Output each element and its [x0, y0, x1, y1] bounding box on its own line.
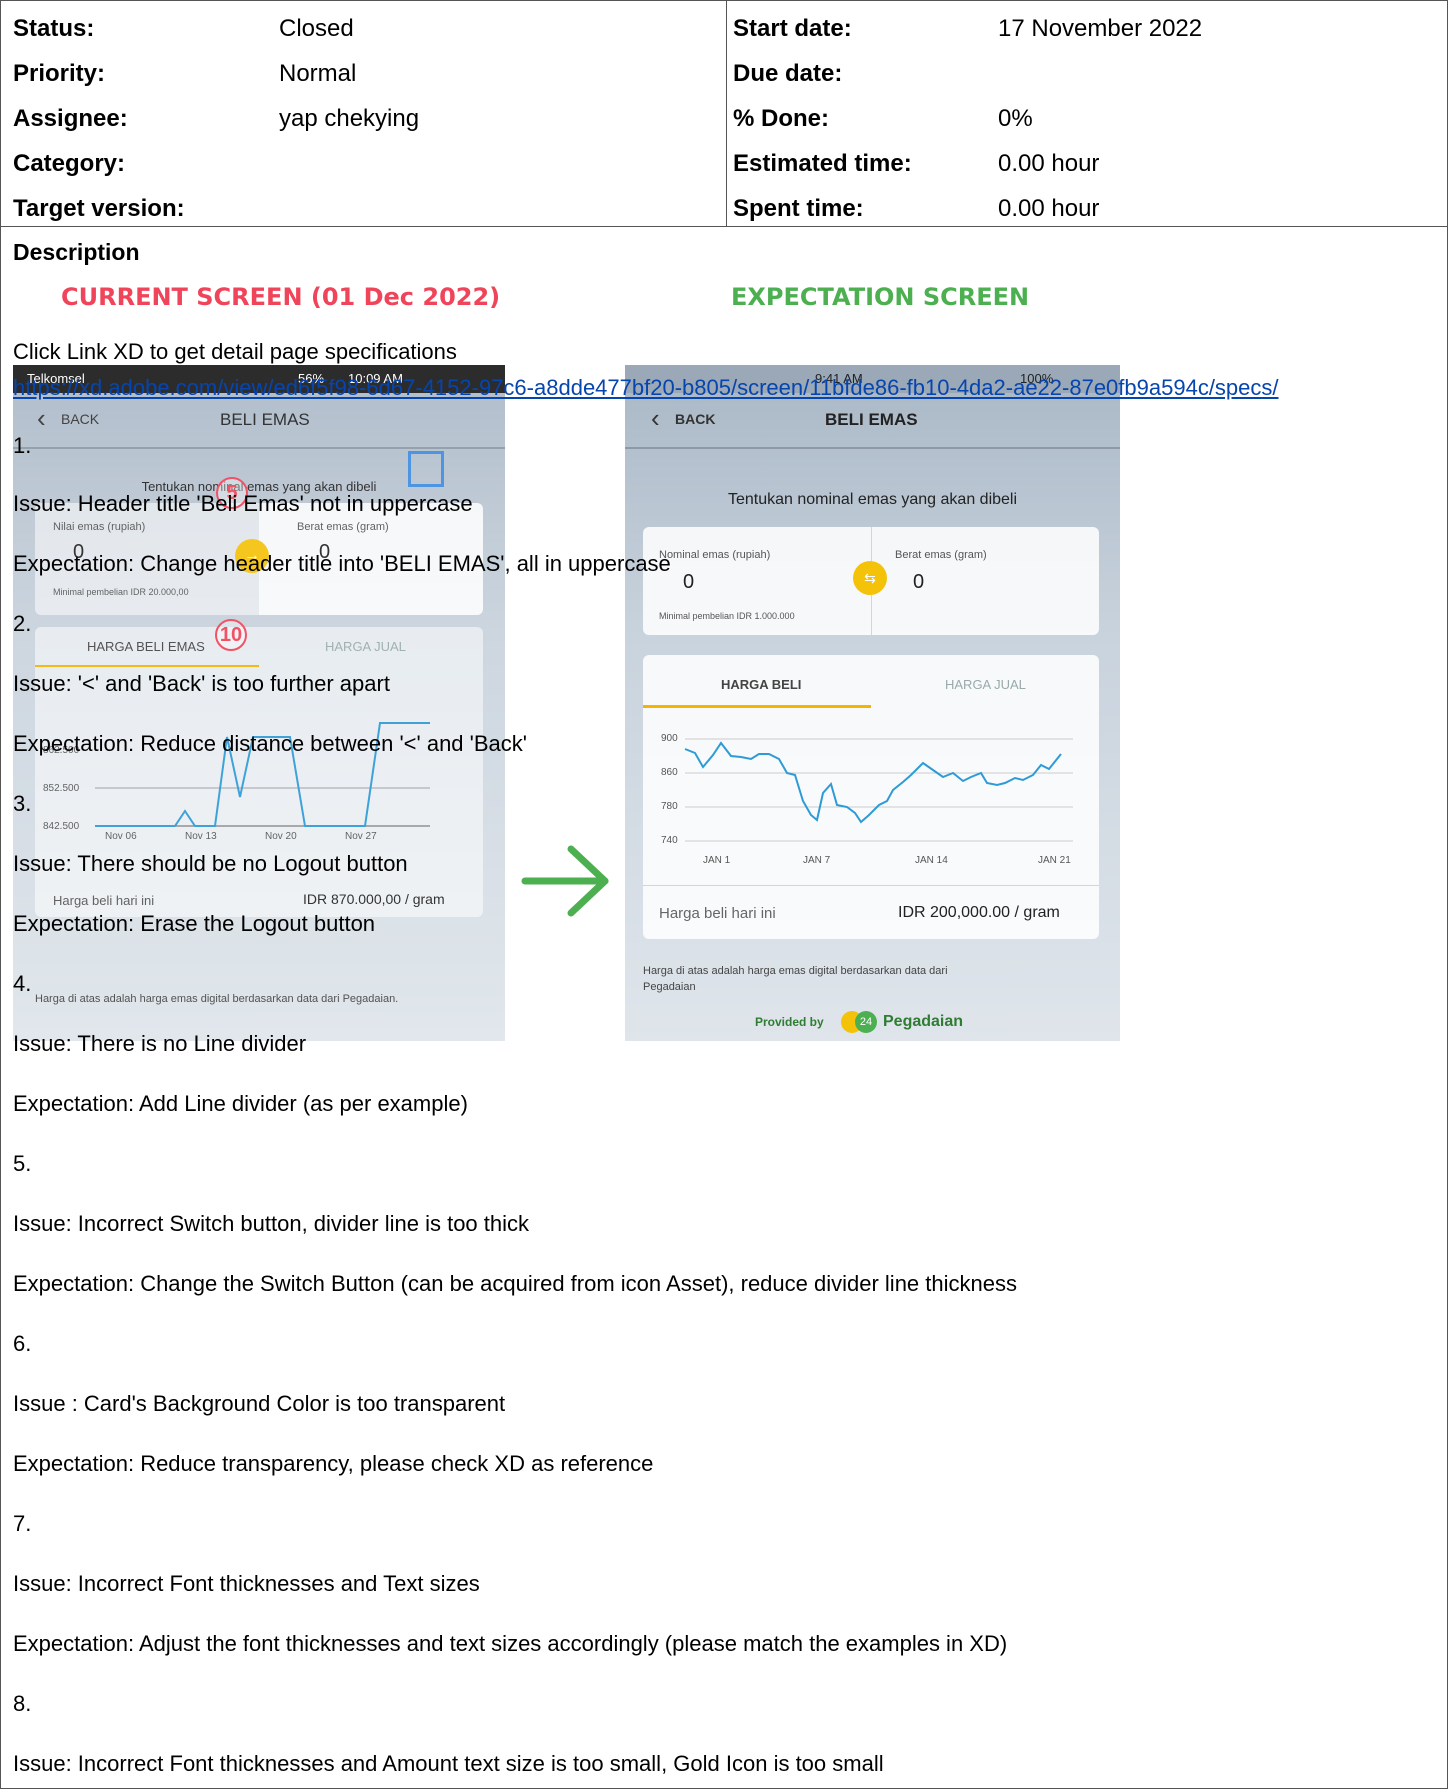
price-label: Harga beli hari ini	[659, 905, 776, 922]
minimum-purchase: Minimal pembelian IDR 1.000.000	[659, 611, 795, 621]
page-title: BELI EMAS	[825, 410, 918, 429]
start-date-value: 17 November 2022	[998, 15, 1203, 42]
xd-link[interactable]: https://xd.adobe.com/view/ed6f5f98-6d67-…	[13, 375, 1279, 401]
chevron-left-icon[interactable]: ‹	[651, 403, 660, 434]
status-label: Status:	[13, 15, 95, 42]
nominal-label: Nilai emas (rupiah)	[53, 521, 146, 533]
issue-panel: Status: Closed Priority: Normal Assignee…	[0, 0, 1448, 1789]
priority-value: Normal	[279, 60, 357, 87]
issue-number: 2.	[13, 611, 32, 636]
issue-number: 7.	[13, 1511, 32, 1536]
weight-label: Berat emas (gram)	[895, 549, 987, 561]
footnote-line-1: Harga di atas adalah harga emas digital …	[643, 965, 948, 977]
percent-done-value: 0%	[998, 105, 1033, 132]
nominal-value[interactable]: 0	[683, 571, 694, 594]
expectation-screen-title: EXPECTATION SCREEN	[731, 283, 1030, 311]
issue-number: 3.	[13, 791, 32, 816]
subtitle: Tentukan nominal emas yang akan dibeli	[727, 491, 1018, 508]
due-date-label: Due date:	[733, 60, 843, 87]
column-divider	[726, 1, 727, 227]
y-tick: 900	[661, 733, 678, 744]
issue-number: 4.	[13, 971, 32, 996]
back-button[interactable]: BACK	[61, 411, 99, 427]
price-value: IDR 870.000,00 / gram	[303, 891, 445, 907]
nominal-label: Nominal emas (rupiah)	[659, 549, 771, 561]
marker-ten: 10	[215, 619, 247, 651]
issue-text: Issue: Header title 'Beli Emas' not in u…	[13, 491, 473, 516]
page-title: BELI EMAS	[220, 410, 310, 429]
provided-by-label: Provided by	[755, 1015, 824, 1029]
current-screen-image: Telkomsel 56% 10:09 AM ‹ BACK BELI EMAS …	[13, 365, 505, 1041]
issue-text: Issue : Card's Background Color is too t…	[13, 1391, 506, 1416]
estimated-time-label: Estimated time:	[733, 150, 912, 177]
category-label: Category:	[13, 150, 126, 177]
current-screen-title: CURRENT SCREEN (01 Dec 2022)	[61, 283, 501, 311]
chevron-left-icon[interactable]: ‹	[37, 403, 46, 434]
expectation-text: Expectation: Reduce distance between '<'…	[13, 731, 527, 756]
priority-label: Priority:	[13, 60, 106, 87]
issue-text: Issue: Incorrect Font thicknesses and Te…	[13, 1571, 480, 1596]
link-intro: Click Link XD to get detail page specifi…	[13, 339, 457, 364]
y-tick: 780	[661, 801, 678, 812]
minimum-purchase: Minimal pembelian IDR 20.000,00	[53, 587, 189, 597]
issue-number: 8.	[13, 1691, 32, 1716]
expectation-text: Expectation: Erase the Logout button	[13, 911, 376, 936]
expected-price-line	[684, 741, 1062, 824]
description-heading: Description	[13, 239, 140, 265]
assignee-value[interactable]: yap chekying	[279, 105, 419, 133]
issue-text: Issue: Incorrect Font thicknesses and Am…	[13, 1751, 884, 1776]
spent-time-label: Spent time:	[733, 195, 864, 222]
price-label: Harga beli hari ini	[53, 893, 155, 908]
expectation-text: Expectation: Add Line divider (as per ex…	[13, 1091, 468, 1116]
pegadaian-brand: Pegadaian	[883, 1013, 964, 1030]
line-divider	[643, 885, 1099, 886]
footnote: Harga di atas adalah harga emas digital …	[35, 993, 399, 1005]
nav-bar: ‹ BACK BELI EMAS	[13, 393, 505, 449]
y-tick: 740	[661, 835, 678, 846]
pegadaian-logo-badge: 24	[855, 1011, 877, 1033]
annotation-square	[408, 451, 444, 487]
expected-price-chart	[684, 738, 1073, 842]
x-tick: JAN 14	[915, 855, 948, 866]
swap-icon[interactable]: ⇆	[853, 561, 887, 595]
expectation-text: Expectation: Change header title into 'B…	[13, 551, 671, 576]
status-value: Closed	[279, 15, 354, 42]
arrow-right-icon	[521, 845, 609, 917]
issue-number: 1.	[13, 433, 32, 458]
price-chart-card: HARGA BELI HARGA JUAL 900 860 780 740 JA…	[643, 655, 1099, 939]
weight-value[interactable]: 0	[913, 571, 924, 594]
amount-card: Nominal emas (rupiah) 0 Minimal pembelia…	[643, 527, 1099, 635]
expectation-screen-image: 9:41 AM 100% ‹ BACK BELI EMAS Tentukan n…	[625, 365, 1120, 1041]
expectation-text: Expectation: Change the Switch Button (c…	[13, 1271, 1017, 1296]
percent-done-label: % Done:	[733, 105, 829, 132]
estimated-time-value: 0.00 hour	[998, 150, 1100, 177]
issue-attributes-table: Status: Closed Priority: Normal Assignee…	[1, 1, 1448, 227]
x-tick: JAN 7	[803, 855, 831, 866]
expectation-text: Expectation: Adjust the font thicknesses…	[13, 1631, 1008, 1656]
start-date-label: Start date:	[733, 15, 852, 42]
issue-text: Issue: '<' and 'Back' is too further apa…	[13, 671, 390, 696]
issue-text: Issue: Incorrect Switch button, divider …	[13, 1211, 530, 1236]
expectation-text: Expectation: Reduce transparency, please…	[13, 1451, 654, 1476]
x-tick: JAN 1	[703, 855, 731, 866]
spent-time-value: 0.00 hour	[998, 195, 1100, 222]
target-version-label: Target version:	[13, 195, 185, 222]
y-tick: 860	[661, 767, 678, 778]
assignee-label: Assignee:	[13, 105, 128, 132]
issue-number: 6.	[13, 1331, 32, 1356]
nav-bar: ‹ BACK BELI EMAS	[625, 393, 1120, 449]
issue-text: Issue: There should be no Logout button	[13, 851, 408, 876]
weight-label: Berat emas (gram)	[297, 521, 389, 533]
price-value: IDR 200,000.00 / gram	[898, 904, 1060, 921]
back-button[interactable]: BACK	[675, 411, 715, 427]
issue-text: Issue: There is no Line divider	[13, 1031, 307, 1056]
x-tick: JAN 21	[1038, 855, 1071, 866]
footnote-line-2: Pegadaian	[643, 981, 696, 993]
issue-number: 5.	[13, 1151, 32, 1176]
